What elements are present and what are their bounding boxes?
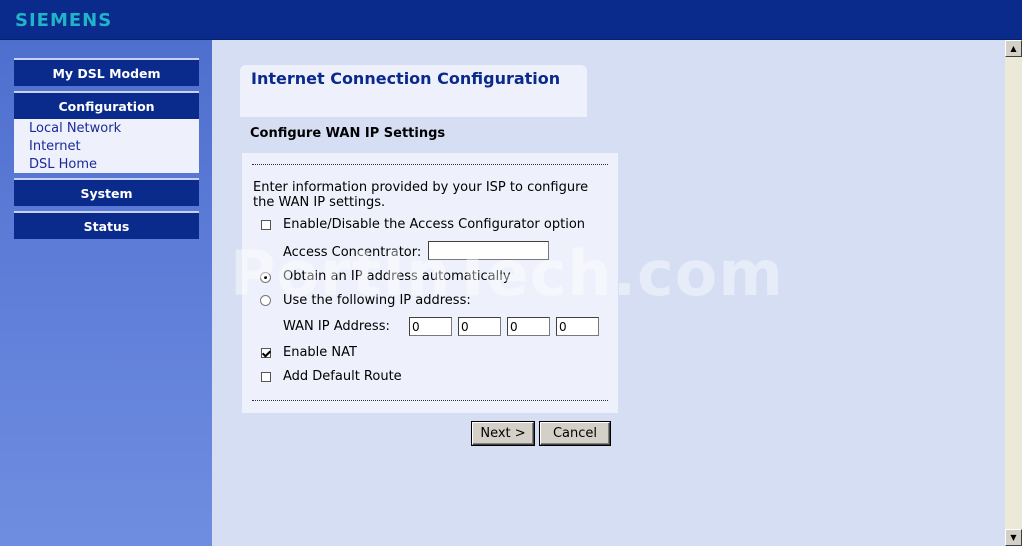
access-configurator-checkbox[interactable] [261,220,271,230]
wan-ip-octet-2[interactable] [458,317,501,336]
wan-ip-octet-4[interactable] [556,317,599,336]
configuration-submenu: Local Network Internet DSL Home [14,119,199,173]
top-bar: SIEMENS [0,0,1022,40]
use-following-ip-label: Use the following IP address: [283,293,471,308]
default-route-label: Add Default Route [283,369,402,384]
page-title: Internet Connection Configuration [251,69,561,88]
wan-ip-label: WAN IP Address: [283,319,390,334]
submenu-item-internet[interactable]: Internet [29,139,81,154]
enable-nat-label: Enable NAT [283,345,357,360]
scroll-up-arrow-icon[interactable]: ▲ [1005,40,1022,57]
vertical-scrollbar[interactable]: ▲ ▼ [1005,40,1022,546]
sidebar-item-my-dsl-modem[interactable]: My DSL Modem [14,58,199,86]
default-route-checkbox[interactable] [261,372,271,382]
obtain-ip-auto-radio[interactable] [260,272,271,283]
use-following-ip-radio[interactable] [260,295,271,306]
siemens-logo: SIEMENS [15,10,113,31]
sidebar-item-configuration[interactable]: Configuration [14,91,199,119]
enable-nat-checkbox[interactable] [261,348,271,358]
bottom-divider [252,400,608,401]
section-subtitle: Configure WAN IP Settings [250,126,446,141]
submenu-item-local-network[interactable]: Local Network [29,121,121,136]
access-concentrator-label: Access Concentrator: [283,245,422,260]
intro-text: Enter information provided by your ISP t… [253,180,589,210]
cancel-button[interactable]: Cancel [540,422,610,445]
obtain-ip-auto-label: Obtain an IP address automatically [283,269,511,284]
access-configurator-label: Enable/Disable the Access Configurator o… [283,217,586,232]
page-title-box: Internet Connection Configuration [240,65,587,117]
access-concentrator-input[interactable] [428,241,549,260]
sidebar-item-system[interactable]: System [14,178,199,206]
sidebar-item-status[interactable]: Status [14,211,199,239]
next-button[interactable]: Next > [472,422,534,445]
wan-ip-octet-1[interactable] [409,317,452,336]
wan-settings-panel: Enter information provided by your ISP t… [242,153,618,413]
submenu-item-dsl-home[interactable]: DSL Home [29,157,97,172]
scroll-down-arrow-icon[interactable]: ▼ [1005,529,1022,546]
top-divider [252,164,608,165]
wan-ip-octet-3[interactable] [507,317,550,336]
